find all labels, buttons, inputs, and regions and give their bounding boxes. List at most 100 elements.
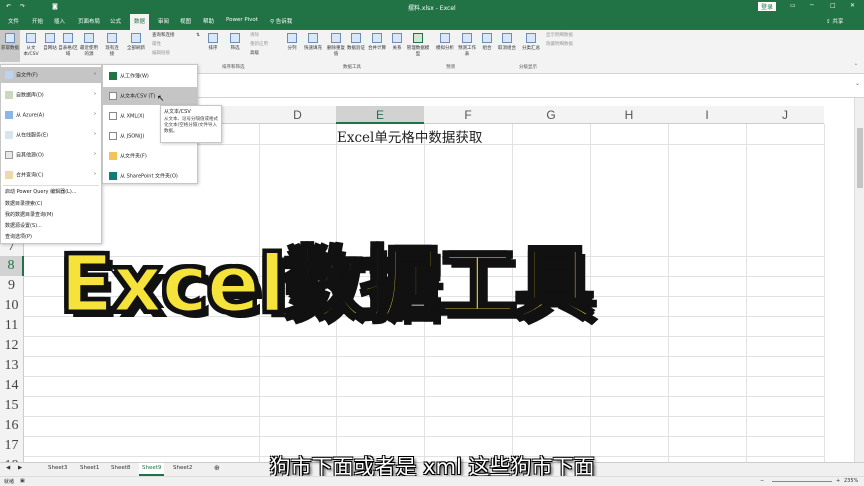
queries-connections-button[interactable]: 查询和连接 [152, 32, 175, 38]
login-button[interactable]: 登录 [758, 2, 777, 11]
tell-me-search[interactable]: ⚲ 告诉我 [270, 17, 292, 25]
tooltip-body: 从文本、逗号分隔值或格式化文本(空格分隔)文件导入数据。 [164, 117, 218, 134]
sort-icon [208, 33, 218, 43]
column-header-g[interactable]: G [512, 106, 590, 124]
text-to-columns-button[interactable]: 分列 [284, 33, 300, 51]
menu-item-from-azure[interactable]: 从 Azure(A) › [1, 107, 101, 123]
group-label-forecast: 预测 [446, 65, 455, 70]
camera-icon[interactable]: ◙ [52, 3, 58, 10]
clear-button[interactable]: 清除 [250, 32, 259, 38]
scrollbar-thumb[interactable] [857, 128, 863, 188]
from-text-csv-button[interactable]: 从文本/CSV [21, 33, 41, 57]
subtotal-button[interactable]: 分类汇总 [520, 33, 542, 51]
expand-formula-bar-icon[interactable]: ⌄ [855, 80, 860, 87]
tab-power-pivot[interactable]: Power Pivot [226, 17, 258, 23]
row-header-11[interactable]: 11 [0, 316, 24, 336]
menu-item-source-settings[interactable]: 数据源设置(S)... [5, 222, 42, 229]
menu-item-from-online[interactable]: 从在线服务(E) › [1, 127, 101, 143]
ungroup-button[interactable]: 取消组合 [496, 33, 518, 51]
tab-file[interactable]: 文件 [8, 17, 19, 25]
menu-item-launch-pq[interactable]: 启动 Power Query 编辑器(L)... [5, 188, 77, 195]
reapply-button[interactable]: 重新应用 [250, 41, 268, 47]
close-icon[interactable]: ✕ [850, 2, 855, 9]
column-header-d[interactable]: D [259, 106, 336, 124]
cell-e-text[interactable]: Excel单元格中数据获取 [337, 126, 482, 146]
tab-help[interactable]: 帮助 [203, 17, 214, 25]
row-header-13[interactable]: 13 [0, 356, 24, 376]
recent-icon [84, 33, 94, 43]
from-web-button[interactable]: 自网站 [42, 33, 58, 51]
tab-home[interactable]: 开始 [32, 17, 43, 25]
tab-review[interactable]: 审阅 [158, 17, 169, 25]
row-header-8[interactable]: 8 [0, 256, 24, 276]
advanced-button[interactable]: 高级 [250, 50, 259, 56]
submenu-item-from-workbook[interactable]: 从工作簿(W) [103, 67, 197, 85]
tab-formulas[interactable]: 公式 [110, 17, 121, 25]
recent-sources-button[interactable]: 最近使用的源 [79, 33, 99, 57]
what-if-button[interactable]: 模拟分析 [434, 33, 456, 51]
combine-icon [5, 171, 13, 179]
from-table-button[interactable]: 自表格/区域 [58, 33, 78, 57]
tab-insert[interactable]: 插入 [54, 17, 65, 25]
menu-item-from-database[interactable]: 自数据库(D) › [1, 87, 101, 103]
from-text-csv-label: 从文本/CSV [23, 46, 39, 57]
refresh-all-button[interactable]: 全部刷新 [124, 33, 148, 51]
column-header-h[interactable]: H [590, 106, 668, 124]
flash-fill-button[interactable]: 快速填充 [302, 33, 324, 51]
hide-detail-button[interactable]: 隐藏明细数据 [546, 41, 573, 47]
forecast-sheet-button[interactable]: 预测工作表 [457, 33, 477, 57]
from-web-label: 自网站 [43, 46, 57, 51]
row-header-15[interactable]: 15 [0, 396, 24, 416]
row-header-9[interactable]: 9 [0, 276, 24, 296]
share-label: 共享 [832, 19, 844, 25]
ribbon-display-icon[interactable]: ▭ [790, 2, 796, 9]
column-header-f[interactable]: F [424, 106, 512, 124]
submenu-item-from-sharepoint[interactable]: 从 SharePoint 文件夹(O) [103, 167, 197, 185]
menu-item-from-file[interactable]: 自文件(F) › [1, 67, 101, 83]
edit-links-button[interactable]: 编辑链接 [152, 50, 170, 56]
row-header-10[interactable]: 10 [0, 296, 24, 316]
menu-item-combine[interactable]: 合并查询(C) › [1, 167, 101, 183]
remove-duplicates-button[interactable]: 删除重复值 [327, 33, 345, 57]
zoom-out-icon[interactable]: − [760, 478, 764, 484]
relationships-button[interactable]: 关系 [390, 33, 404, 51]
tab-page-layout[interactable]: 页面布局 [78, 17, 100, 25]
sort-az-icon[interactable]: ⇅ [194, 33, 202, 38]
tab-data[interactable]: 数据 [130, 14, 150, 30]
submenu-item-from-folder[interactable]: 从文件夹(F) [103, 147, 197, 165]
menu-item-catalog-search[interactable]: 数据目录搜索(C) [5, 200, 42, 207]
undo-icon[interactable]: ↶ [6, 3, 11, 10]
collapse-ribbon-icon[interactable]: ⌃ [854, 64, 858, 69]
get-data-button[interactable]: 获取数据 [0, 30, 20, 62]
show-detail-button[interactable]: 显示明细数据 [546, 32, 573, 38]
group-button[interactable]: 组合 [480, 33, 494, 51]
submenu-item-from-text-csv[interactable]: 从文本/CSV (T) [103, 87, 197, 105]
menu-item-my-catalog[interactable]: 我的数据目录查询(M) [5, 211, 53, 218]
zoom-slider[interactable] [772, 481, 832, 482]
row-header-14[interactable]: 14 [0, 376, 24, 396]
properties-label: 属性 [152, 42, 161, 47]
tab-view[interactable]: 视图 [180, 17, 191, 25]
macro-record-icon[interactable]: ▣ [20, 478, 25, 484]
row-header-12[interactable]: 12 [0, 336, 24, 356]
column-header-i[interactable]: I [668, 106, 746, 124]
data-validation-button[interactable]: 数据验证 [347, 33, 365, 51]
zoom-level[interactable]: 235% [844, 478, 858, 484]
maximize-icon[interactable]: □ [830, 2, 836, 9]
redo-icon[interactable]: ↷ [20, 3, 25, 10]
vertical-scrollbar[interactable] [854, 98, 864, 462]
menu-item-from-other[interactable]: 自其他源(O) › [1, 147, 101, 163]
column-header-e[interactable]: E [336, 106, 424, 124]
row-header-16[interactable]: 16 [0, 416, 24, 436]
existing-connections-button[interactable]: 现有连接 [104, 33, 120, 57]
zoom-in-icon[interactable]: + [836, 478, 840, 484]
column-header-j[interactable]: J [746, 106, 824, 124]
share-button[interactable]: ⇪ 共享 [826, 17, 843, 25]
sort-button[interactable]: 排序 [206, 33, 220, 51]
minimize-icon[interactable]: ─ [810, 2, 814, 9]
manage-model-button[interactable]: 管理数据模型 [406, 33, 430, 57]
properties-button[interactable]: 属性 [152, 41, 161, 47]
consolidate-button[interactable]: 合并计算 [366, 33, 388, 51]
menu-item-query-options[interactable]: 查询选项(P) [5, 233, 32, 240]
filter-button[interactable]: 筛选 [228, 33, 242, 51]
